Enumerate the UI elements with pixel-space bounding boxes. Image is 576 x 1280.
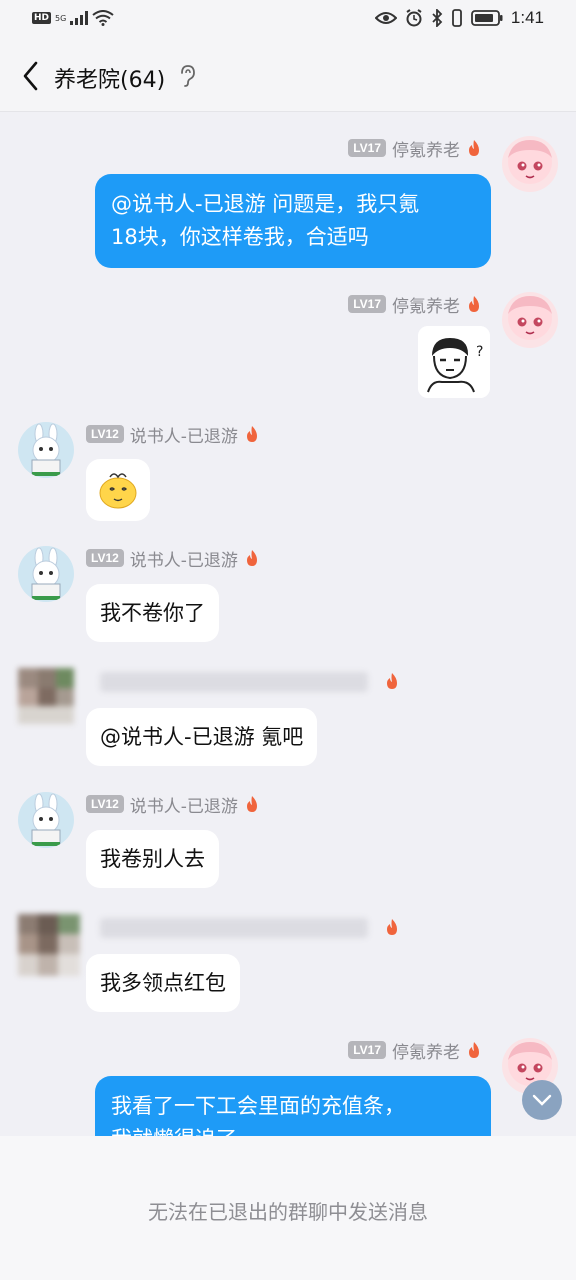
message-line: @说书人-已退游 问题是，我只氪 bbox=[111, 192, 420, 216]
chevron-down-icon bbox=[532, 1094, 552, 1106]
level-badge: LV12 bbox=[86, 549, 124, 567]
disabled-notice: 无法在已退出的群聊中发送消息 bbox=[148, 1200, 428, 1224]
scroll-to-bottom-button[interactable] bbox=[522, 1080, 562, 1120]
fire-icon bbox=[387, 673, 397, 689]
avatar[interactable] bbox=[18, 546, 74, 602]
level-badge: LV17 bbox=[348, 295, 386, 313]
sender-nick[interactable]: 停氪养老 bbox=[392, 136, 460, 161]
status-bar: HD 5G 1:41 bbox=[0, 0, 576, 40]
vibrate-icon bbox=[452, 9, 462, 27]
message-line: 18块，你这样卷我，合适吗 bbox=[111, 225, 369, 249]
network-type: 5G bbox=[55, 13, 67, 23]
level-badge: LV17 bbox=[348, 139, 386, 157]
sender-nick[interactable]: 说书人-已退游 bbox=[130, 422, 238, 447]
sticker-message[interactable] bbox=[86, 459, 150, 521]
group-title[interactable]: 养老院(64) bbox=[54, 62, 165, 94]
avatar[interactable] bbox=[18, 422, 74, 478]
avatar[interactable] bbox=[18, 914, 80, 976]
sender-nick[interactable]: 停氪养老 bbox=[392, 1038, 460, 1063]
input-bar-disabled: 无法在已退出的群聊中发送消息 bbox=[0, 1136, 576, 1280]
message-meta: LV12 说书人-已退游 bbox=[86, 546, 260, 571]
message-meta: LV12 说书人-已退游 bbox=[86, 422, 260, 447]
avatar[interactable] bbox=[18, 668, 74, 724]
message-meta: LV12 说书人-已退游 bbox=[86, 792, 260, 817]
battery-icon bbox=[471, 10, 503, 26]
message-text: 我卷别人去 bbox=[100, 847, 205, 871]
signal-icon bbox=[70, 11, 89, 25]
message-meta: LV17 停氪养老 bbox=[348, 1038, 482, 1063]
svg-text:?: ? bbox=[476, 344, 483, 360]
fire-icon bbox=[246, 796, 257, 812]
fire-icon bbox=[469, 296, 479, 312]
level-badge: LV17 bbox=[348, 1041, 386, 1059]
message-bubble[interactable]: 我卷别人去 bbox=[86, 830, 219, 888]
level-badge: LV12 bbox=[86, 795, 124, 813]
wifi-icon bbox=[92, 10, 114, 26]
blurred-sender-name bbox=[100, 672, 368, 692]
bluetooth-icon bbox=[432, 9, 443, 27]
avatar[interactable] bbox=[502, 136, 558, 192]
message-text: 我多领点红包 bbox=[100, 971, 226, 995]
fire-icon bbox=[469, 1042, 479, 1058]
avatar[interactable] bbox=[502, 292, 558, 348]
fire-icon bbox=[469, 140, 479, 156]
sender-nick[interactable]: 停氪养老 bbox=[392, 292, 460, 317]
message-bubble[interactable]: 我多领点红包 bbox=[86, 954, 240, 1012]
fire-icon bbox=[246, 550, 257, 566]
sender-nick[interactable]: 说书人-已退游 bbox=[130, 792, 238, 817]
alarm-icon bbox=[406, 9, 422, 27]
dizzy-emoji bbox=[99, 473, 137, 509]
sticker-message[interactable]: ? bbox=[418, 326, 490, 398]
confused-face-sticker: ? bbox=[418, 326, 490, 398]
eye-icon bbox=[374, 12, 397, 24]
message-bubble[interactable]: @说书人-已退游 氪吧 bbox=[86, 708, 318, 766]
message-text: 我不卷你了 bbox=[100, 601, 205, 625]
fire-icon bbox=[387, 919, 397, 935]
chevron-left-icon bbox=[23, 61, 38, 91]
avatar[interactable] bbox=[18, 792, 74, 848]
message-meta: LV17 停氪养老 bbox=[348, 136, 482, 161]
sender-nick[interactable]: 说书人-已退游 bbox=[130, 546, 238, 571]
message-bubble[interactable]: @说书人-已退游 问题是，我只氪 18块，你这样卷我，合适吗 bbox=[95, 174, 491, 268]
ear-icon bbox=[181, 65, 195, 87]
message-line: 我看了一下工会里面的充值条， bbox=[111, 1094, 405, 1118]
clock-time: 1:41 bbox=[510, 8, 544, 27]
blurred-sender-name bbox=[100, 918, 368, 938]
message-text: @说书人-已退游 氪吧 bbox=[100, 725, 304, 749]
chat-header: 养老院(64) bbox=[0, 40, 576, 112]
level-badge: LV12 bbox=[86, 425, 124, 443]
fire-icon bbox=[246, 426, 257, 442]
back-button[interactable] bbox=[16, 58, 48, 94]
message-bubble[interactable]: 我不卷你了 bbox=[86, 584, 219, 642]
message-meta: LV17 停氪养老 bbox=[348, 292, 482, 317]
hd-badge: HD bbox=[32, 12, 52, 24]
